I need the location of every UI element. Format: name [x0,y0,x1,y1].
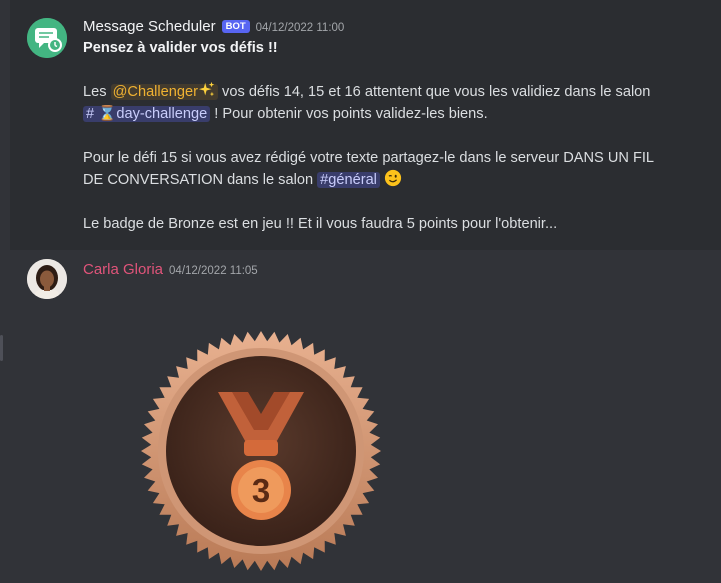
chat-area: Message Scheduler BOT 04/12/2022 11:00 P… [0,0,721,583]
paragraph-2: Pour le défi 15 si vous avez rédigé votr… [83,147,703,191]
medal-number: 3 [252,472,270,509]
p1-end: ! Pour obtenir vos points validez-les bi… [210,106,488,122]
channel-link-general[interactable]: #général [317,172,380,188]
bot-tag-badge: BOT [221,20,250,33]
role-mention-challenger[interactable]: @Challenger [110,81,218,100]
bronze-medal-image[interactable]: 3 [140,330,382,572]
bot-username[interactable]: Message Scheduler [83,18,216,35]
p2-line2: DE CONVERSATION dans le salon [83,172,318,188]
user-avatar[interactable] [27,259,67,299]
bot-avatar[interactable] [27,18,67,58]
bot-message-header: Message Scheduler BOT 04/12/2022 11:00 [83,18,344,35]
bot-timestamp[interactable]: 04/12/2022 11:00 [256,22,345,34]
channel-link-day-challenge[interactable]: # ⌛day-challenge [83,106,211,122]
mention-text: @Challenger [112,84,198,100]
paragraph-3: Le badge de Bronze est en jeu !! Et il v… [83,216,558,232]
p2-line1: Pour le défi 15 si vous avez rédigé votr… [83,150,655,166]
scroll-indicator[interactable] [0,335,3,361]
p1-mid: vos défis 14, 15 et 16 attentent que vou… [218,84,651,100]
profile-photo-icon [27,259,67,299]
announcement-title: Pensez à valider vos défis !! [83,40,278,56]
p1-pre: Les [83,84,111,100]
paragraph-1: Les @Challenger vos défis 14, 15 et 16 a… [83,81,703,125]
sparkles-emoji-icon [198,81,215,97]
user-message-header: Carla Gloria 04/12/2022 11:05 [83,261,258,278]
chat-bubble-clock-icon [27,18,67,58]
bot-message-content: Pensez à valider vos défis !! Les @Chall… [83,37,703,235]
winking-face-emoji-icon [384,169,402,187]
user-timestamp[interactable]: 04/12/2022 11:05 [169,265,258,277]
user-username[interactable]: Carla Gloria [83,261,163,278]
